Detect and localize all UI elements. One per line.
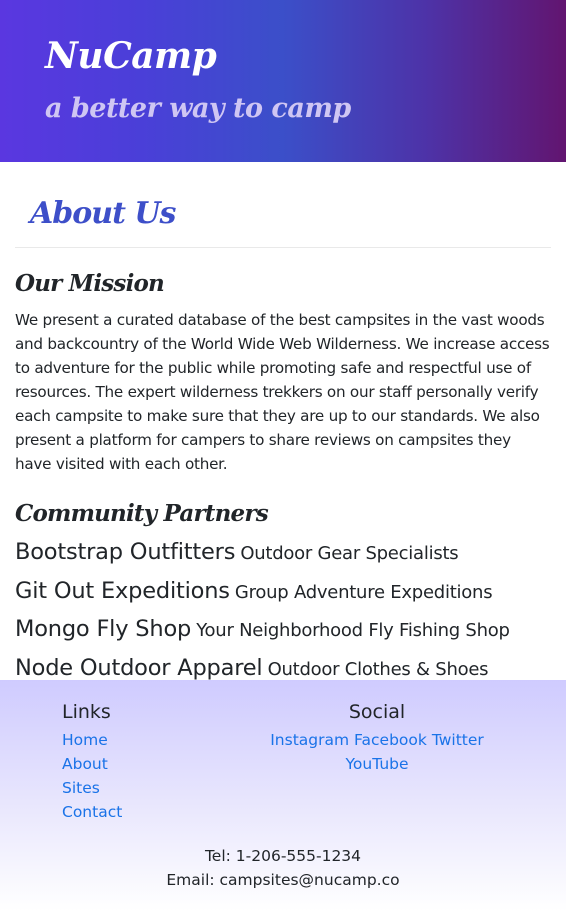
partner-item: Bootstrap Outfitters Outdoor Gear Specia… (15, 534, 551, 573)
social-link-twitter[interactable]: Twitter (432, 731, 484, 749)
partner-name: Mongo Fly Shop (15, 616, 192, 643)
partner-name: Git Out Expeditions (15, 577, 230, 604)
site-header: NuCamp a better way to camp (0, 0, 566, 162)
footer-link-item: Contact (62, 800, 122, 824)
footer-link-home[interactable]: Home (62, 731, 108, 749)
social-link-facebook[interactable]: Facebook (354, 731, 427, 749)
footer-social-column: Social Instagram Facebook Twitter YouTub… (262, 696, 492, 776)
contact-phone: Tel: 1-206-555-1234 (204, 847, 362, 865)
partner-description: Your Neighborhood Fly Fishing Shop (196, 620, 510, 642)
footer-link-item: Home (62, 728, 122, 752)
partners-heading: Community Partners (15, 500, 269, 527)
social-link-youtube[interactable]: YouTube (345, 755, 408, 773)
partner-item: Git Out Expeditions Group Adventure Expe… (15, 573, 551, 612)
footer-link-about[interactable]: About (62, 755, 108, 773)
footer-link-contact[interactable]: Contact (62, 803, 122, 821)
partner-item: Mongo Fly Shop Your Neighborhood Fly Fis… (15, 611, 551, 650)
footer-link-item: About (62, 752, 122, 776)
page-title: About Us (30, 196, 176, 231)
site-footer: Links Home About Sites Contact Social In… (0, 680, 566, 911)
partners-list: Bootstrap Outfitters Outdoor Gear Specia… (15, 534, 551, 689)
social-link-instagram[interactable]: Instagram (270, 731, 349, 749)
footer-link-item: Sites (62, 776, 122, 800)
footer-links-column: Links Home About Sites Contact (62, 696, 122, 824)
partner-name: Bootstrap Outfitters (15, 539, 236, 565)
partner-description: Outdoor Gear Specialists (240, 543, 459, 564)
mission-text: We present a curated database of the bes… (15, 311, 550, 473)
partner-description: Group Adventure Expeditions (234, 581, 493, 603)
mission-heading: Our Mission (15, 270, 165, 297)
footer-links-list: Home About Sites Contact (62, 728, 122, 824)
site-tagline: a better way to camp (45, 93, 351, 124)
page-title-section: About Us (15, 162, 551, 248)
links-heading: Links (62, 701, 111, 723)
partner-description: Outdoor Clothes & Shoes (267, 659, 489, 681)
social-heading: Social (348, 701, 406, 723)
main-content: About Us Our Mission We present a curate… (0, 162, 566, 689)
social-links: Instagram Facebook Twitter YouTube (262, 728, 492, 776)
brand-name[interactable]: NuCamp (45, 30, 566, 82)
footer-link-sites[interactable]: Sites (62, 779, 100, 797)
partner-name: Node Outdoor Apparel (15, 655, 263, 682)
contact-email: Email: campsites@nucamp.co (166, 871, 400, 889)
contact-info: Tel: 1-206-555-1234 Email: campsites@nuc… (0, 844, 566, 892)
